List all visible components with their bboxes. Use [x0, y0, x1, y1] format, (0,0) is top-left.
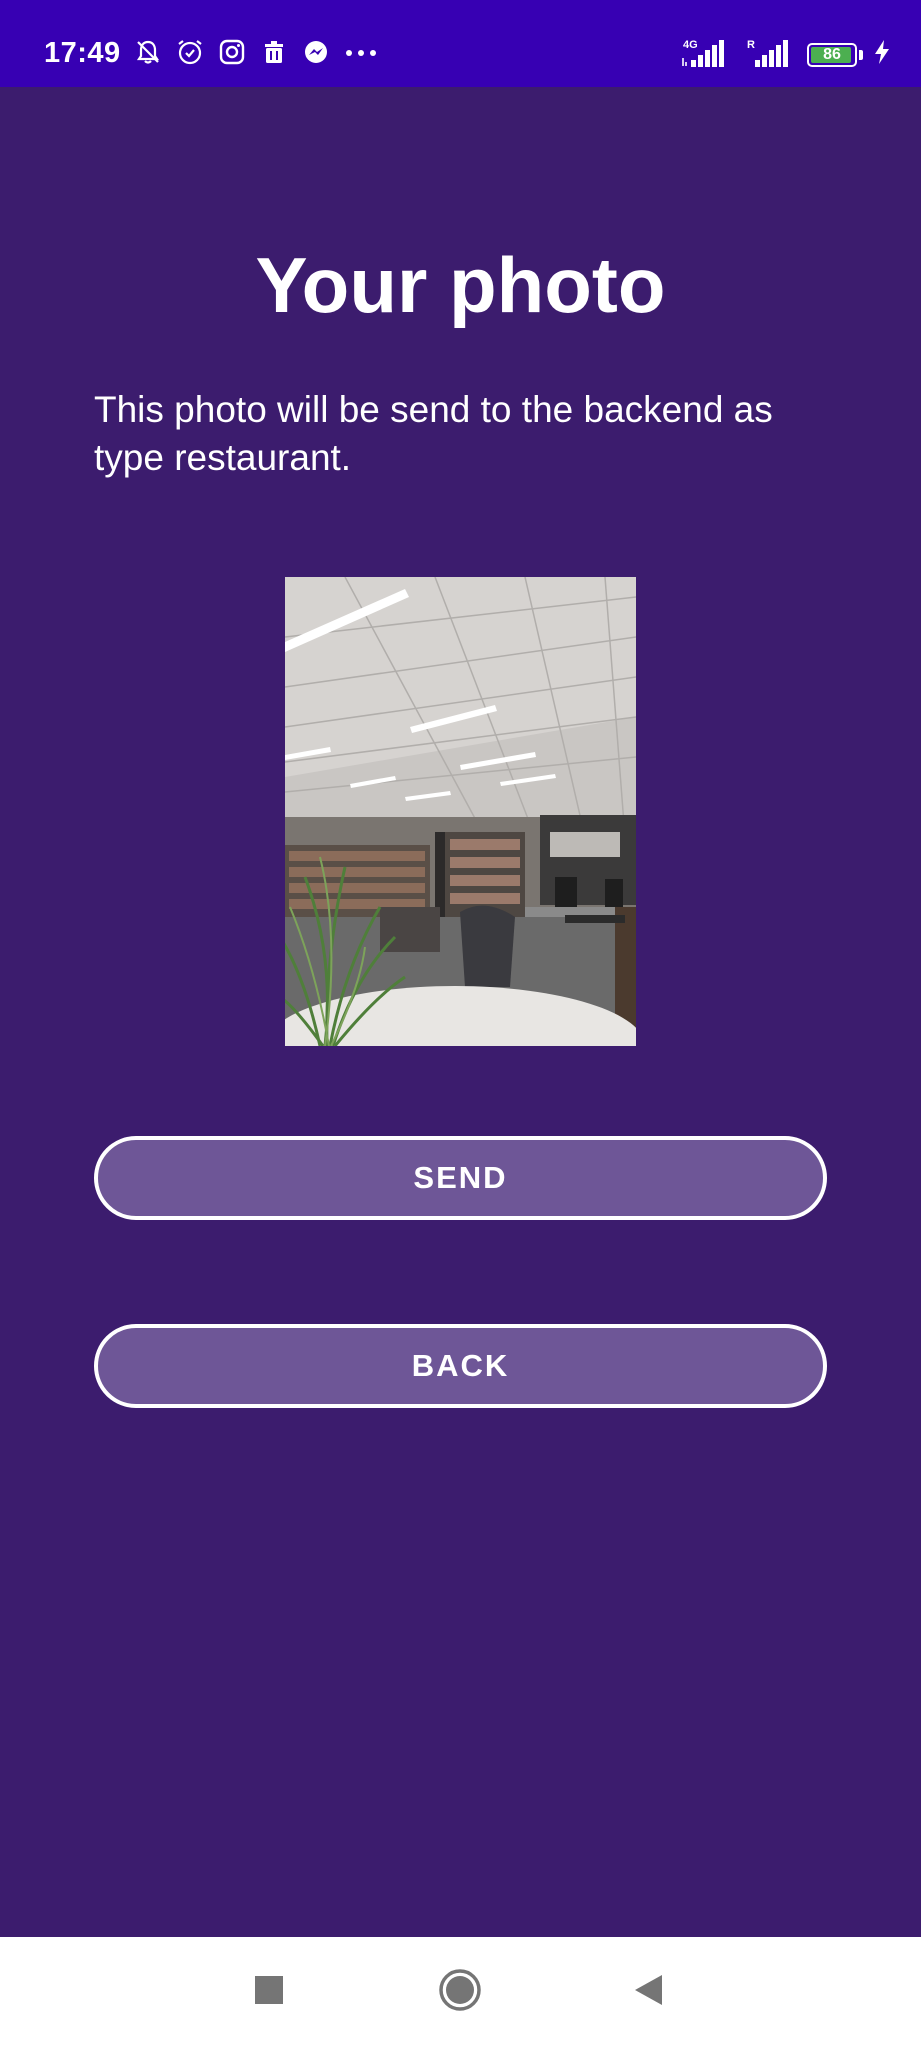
trash-icon — [260, 38, 288, 66]
mute-bell-icon — [134, 38, 162, 66]
charging-bolt-icon — [873, 38, 891, 71]
photo-description: This photo will be send to the backend a… — [94, 389, 773, 478]
navigation-bar — [0, 1937, 921, 2048]
battery-nub — [859, 49, 863, 60]
status-bar: 17:49 4G R 86 — [0, 0, 921, 87]
recents-icon — [254, 1975, 284, 2010]
notification-icons — [134, 38, 378, 66]
more-dots-icon — [344, 38, 378, 66]
captured-photo — [285, 577, 636, 1046]
send-button[interactable]: SEND — [94, 1136, 827, 1220]
battery-icon: 86 — [807, 42, 857, 67]
back-triangle-icon — [632, 1973, 664, 2012]
home-icon — [438, 1968, 482, 2017]
messenger-icon — [302, 38, 330, 66]
alarm-icon — [176, 38, 204, 66]
home-button[interactable] — [405, 1937, 515, 2048]
page-title: Your photo — [255, 241, 666, 329]
back-nav-button[interactable] — [593, 1937, 703, 2048]
system-icons: 4G R 86 — [679, 38, 891, 71]
signal-4g-icon: 4G — [679, 39, 733, 70]
recents-button[interactable] — [214, 1937, 324, 2048]
status-time: 17:49 — [44, 37, 121, 69]
battery-level-text: 86 — [823, 45, 841, 63]
instagram-icon — [218, 38, 246, 66]
signal-roaming-icon: R — [743, 39, 797, 70]
back-button[interactable]: BACK — [94, 1324, 827, 1408]
